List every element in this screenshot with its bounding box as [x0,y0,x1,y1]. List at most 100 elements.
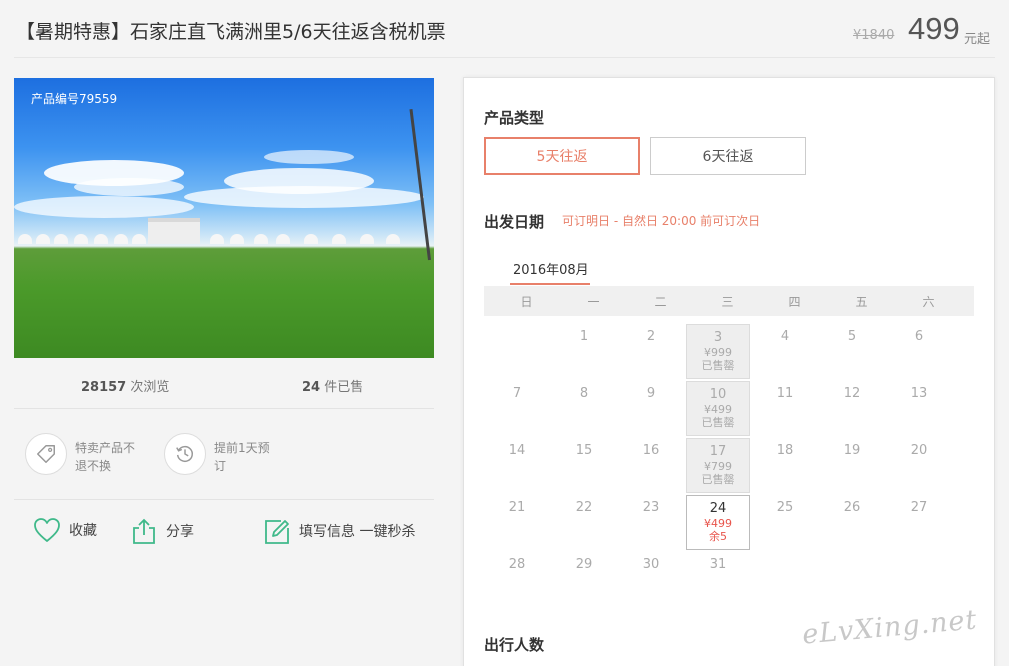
calendar-day[interactable]: 18 [753,438,817,493]
calendar-day[interactable]: 29 [552,552,616,607]
product-photo: 产品编号79559 [14,78,434,358]
views-stat: 28157 次浏览 [81,380,170,395]
calendar-day[interactable]: 11 [753,381,817,436]
day-number: 6 [914,329,924,344]
day-number: 29 [575,557,593,572]
day-number: 8 [579,386,589,401]
booking-cutoff-note: 可订明日 - 自然日 20:00 前可订次日 [562,214,761,228]
calendar-day[interactable]: 23 [619,495,683,550]
day-number: 23 [642,500,660,515]
month-tab-indicator [510,283,590,285]
day-number: 25 [776,500,794,515]
sale-price: 499 [908,11,960,46]
calendar-day[interactable]: 27 [887,495,951,550]
month-tab[interactable]: 2016年08月 [513,259,589,278]
calendar-day[interactable]: 6 [887,324,951,379]
calendar-day[interactable]: 28 [485,552,549,607]
day-number: 14 [508,443,526,458]
day-number: 17 [709,444,727,459]
calendar-day[interactable]: 25 [753,495,817,550]
day-number: 11 [776,386,794,401]
day-number: 2 [646,329,656,344]
weekday-fri: 五 [855,295,868,309]
day-status: 余5 [709,530,727,543]
day-number: 15 [575,443,593,458]
calendar-day[interactable]: 3 ¥999 已售罄 [686,324,750,379]
booking-panel: 产品类型 5天往返 6天往返 出发日期 可订明日 - 自然日 20:00 前可订… [463,77,995,666]
calendar-day[interactable]: 8 [552,381,616,436]
calendar-day[interactable]: 1 [552,324,616,379]
fill-info-button[interactable]: 填写信息 一键秒杀 [263,517,415,545]
product-type-title: 产品类型 [484,109,545,127]
page-header: 【暑期特惠】石家庄直飞满洲里5/6天往返含税机票 ¥1840 499 元起 [0,0,1009,58]
weekday-tue: 二 [654,295,667,309]
original-price: ¥1840 [853,28,895,43]
day-number: 30 [642,557,660,572]
calendar-day[interactable]: 24 ¥499 余5 [686,495,750,550]
edit-form-icon [265,520,289,544]
travelers-title: 出行人数 [484,636,545,654]
day-number: 18 [776,443,794,458]
day-number: 9 [646,386,656,401]
day-number: 13 [910,386,928,401]
day-number: 7 [512,386,522,401]
calendar-day[interactable]: 17 ¥799 已售罄 [686,438,750,493]
day-number: 1 [579,329,589,344]
day-status: 已售罄 [701,359,735,372]
day-number: 4 [780,329,790,344]
day-number: 3 [713,330,723,345]
calendar-day[interactable]: 19 [820,438,884,493]
calendar-day[interactable]: 12 [820,381,884,436]
product-title: 【暑期特惠】石家庄直飞满洲里5/6天往返含税机票 [16,21,446,43]
calendar-day[interactable]: 20 [887,438,951,493]
day-number: 10 [709,387,727,402]
calendar-day[interactable]: 21 [485,495,549,550]
weekday-header: 日 一 二 三 四 五 六 [484,286,974,316]
price-unit: 元起 [964,32,991,47]
calendar-day[interactable]: 14 [485,438,549,493]
day-price: ¥499 [704,403,732,416]
calendar-day[interactable]: 4 [753,324,817,379]
calendar-day[interactable]: 15 [552,438,616,493]
favorite-button[interactable]: 收藏 [33,517,97,543]
calendar-day[interactable]: 22 [552,495,616,550]
day-number: 22 [575,500,593,515]
calendar-day[interactable]: 30 [619,552,683,607]
calendar-day[interactable]: 7 [485,381,549,436]
calendar-day[interactable]: 10 ¥499 已售罄 [686,381,750,436]
day-number: 27 [910,500,928,515]
feature-advance-booking: 提前1天预订 [164,433,280,475]
day-price: ¥999 [704,346,732,359]
type-option-6-day[interactable]: 6天往返 [650,137,806,175]
weekday-thu: 四 [788,295,801,309]
calendar-day[interactable]: 5 [820,324,884,379]
share-button[interactable]: 分享 [130,517,194,545]
day-number: 28 [508,557,526,572]
day-number: 12 [843,386,861,401]
departure-date-title: 出发日期 [484,213,545,231]
day-number: 20 [910,443,928,458]
calendar-day[interactable]: 13 [887,381,951,436]
type-option-5-day[interactable]: 5天往返 [484,137,640,175]
calendar-day[interactable]: 2 [619,324,683,379]
stats-divider [14,408,434,409]
day-price: ¥799 [704,460,732,473]
calendar-day[interactable]: 26 [820,495,884,550]
weekday-sun: 日 [520,295,533,309]
day-number: 16 [642,443,660,458]
history-clock-icon [164,433,206,475]
calendar-day[interactable]: 9 [619,381,683,436]
weekday-mon: 一 [587,295,600,309]
day-number: 26 [843,500,861,515]
calendar-day[interactable]: 16 [619,438,683,493]
weekday-wed: 三 [721,295,734,309]
day-number: 31 [709,557,727,572]
tag-icon [25,433,67,475]
photo-yurts [14,230,434,244]
calendar-day[interactable]: 31 [686,552,750,607]
day-status: 已售罄 [701,473,735,486]
product-number: 产品编号79559 [31,92,118,106]
share-icon [133,518,155,544]
day-status: 已售罄 [701,416,735,429]
weekday-sat: 六 [922,295,935,309]
